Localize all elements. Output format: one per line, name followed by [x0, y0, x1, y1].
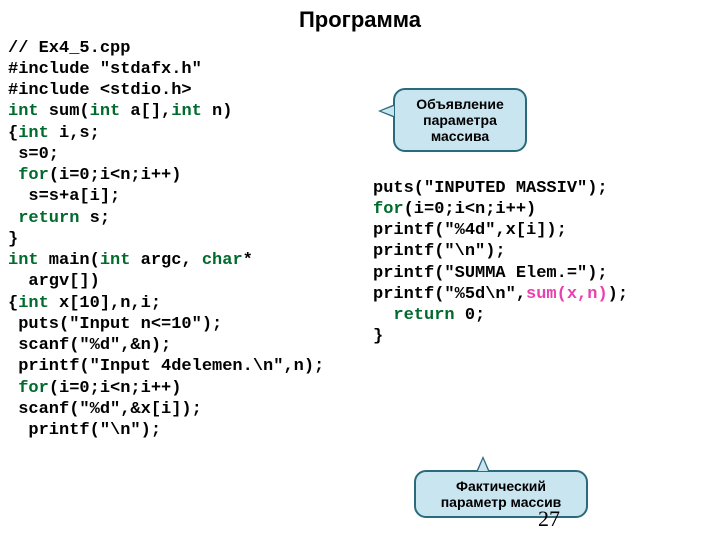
code-line: puts("Input n<=10");	[8, 315, 222, 334]
code-line: #include "stdafx.h"	[8, 60, 202, 79]
t: main(	[39, 251, 100, 270]
t: x[10],n,i;	[49, 294, 161, 313]
callout-text: Объявление параметра массива	[416, 96, 504, 144]
kw: return	[18, 209, 79, 228]
t: printf("%5d\n",	[373, 285, 526, 304]
t: {	[8, 124, 18, 143]
page-title: Программа	[0, 0, 720, 34]
kw: int	[18, 124, 49, 143]
t: );	[608, 285, 628, 304]
code-line: printf("SUMMA Elem.=");	[373, 264, 608, 283]
t: sum(	[39, 102, 90, 121]
t	[8, 209, 18, 228]
code-line: printf("Input 4delemen.\n",n);	[8, 357, 324, 376]
kw: int	[171, 102, 202, 121]
code-line: puts("INPUTED MASSIV");	[373, 179, 608, 198]
kw: int	[90, 102, 121, 121]
kw: for	[18, 166, 49, 185]
page-number: 27	[538, 505, 560, 533]
kw: int	[100, 251, 131, 270]
t: a[],	[120, 102, 171, 121]
t: i,s;	[49, 124, 100, 143]
right-code-block: puts("INPUTED MASSIV"); for(i=0;i<n;i++)…	[373, 178, 712, 348]
t	[8, 166, 18, 185]
call: sum(x,n)	[526, 285, 608, 304]
code-left: // Ex4_5.cpp #include "stdafx.h" #includ…	[8, 38, 363, 442]
t: (i=0;i<n;i++)	[404, 200, 537, 219]
code-line: }	[8, 230, 18, 249]
kw: return	[393, 306, 454, 325]
t: (i=0;i<n;i++)	[49, 166, 182, 185]
kw: for	[18, 379, 49, 398]
t	[8, 379, 18, 398]
t: n)	[202, 102, 233, 121]
code-line: }	[373, 327, 383, 346]
callout-actual-param: Фактический параметр массив	[414, 470, 588, 518]
code-line: scanf("%d",&x[i]);	[8, 400, 202, 419]
code-line: #include <stdio.h>	[8, 81, 192, 100]
code-line: s=0;	[8, 145, 59, 164]
code-line: s=s+a[i];	[8, 187, 120, 206]
code-line: // Ex4_5.cpp	[8, 39, 130, 58]
t: {	[8, 294, 18, 313]
code-line: printf("%4d",x[i]);	[373, 221, 567, 240]
callout-declaration: Объявление параметра массива	[393, 88, 527, 152]
code-columns: // Ex4_5.cpp #include "stdafx.h" #includ…	[0, 34, 720, 442]
kw: int	[8, 102, 39, 121]
code-right: puts("INPUTED MASSIV"); for(i=0;i<n;i++)…	[363, 38, 712, 348]
callout-tail-icon	[476, 456, 490, 472]
code-line: printf("\n");	[373, 242, 506, 261]
code-line: printf("\n");	[8, 421, 161, 440]
kw: for	[373, 200, 404, 219]
kw: int	[18, 294, 49, 313]
t: 0;	[455, 306, 486, 325]
kw: char	[202, 251, 243, 270]
t	[373, 306, 393, 325]
callout-tail-icon	[378, 104, 395, 118]
t: *	[243, 251, 253, 270]
t: (i=0;i<n;i++)	[49, 379, 182, 398]
t: argc,	[130, 251, 201, 270]
kw: int	[8, 251, 39, 270]
t: s;	[79, 209, 110, 228]
t: argv[])	[8, 272, 100, 291]
code-line: scanf("%d",&n);	[8, 336, 171, 355]
